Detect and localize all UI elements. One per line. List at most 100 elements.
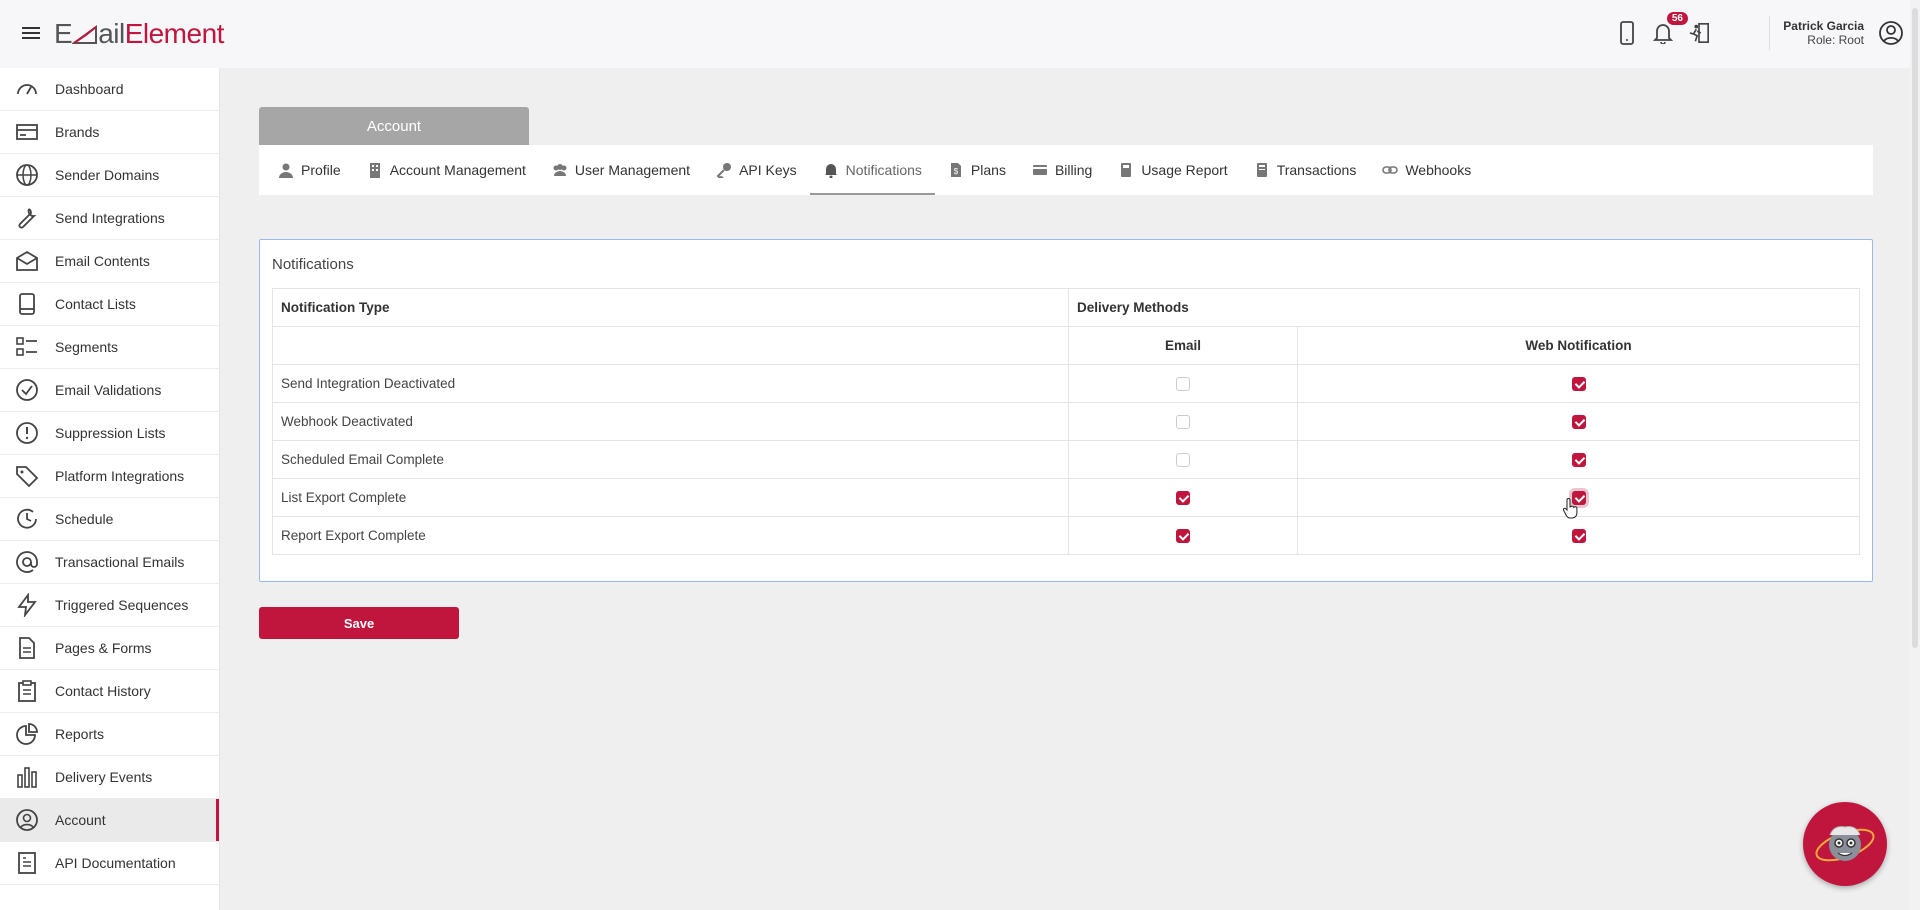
assistant-mascot-icon[interactable] xyxy=(1803,802,1887,886)
tab-billing[interactable]: Billing xyxy=(1019,145,1105,195)
app-logo[interactable]: EailElement xyxy=(54,18,224,50)
tab-usage-report[interactable]: Usage Report xyxy=(1105,145,1240,195)
user-name: Patrick Garcia xyxy=(1783,19,1864,33)
tab-label: User Management xyxy=(574,162,691,178)
web-notification-checkbox[interactable] xyxy=(1571,415,1586,430)
col-web-notification: Web Notification xyxy=(1297,326,1860,365)
web-notification-checkbox[interactable] xyxy=(1571,453,1586,468)
sidebar-item-delivery-events[interactable]: Delivery Events xyxy=(0,756,219,799)
sidebar-item-platform-integrations[interactable]: Platform Integrations xyxy=(0,455,219,498)
sidebar-item-label: Contact History xyxy=(55,683,151,699)
sidebar-item-api-documentation[interactable]: API Documentation xyxy=(0,842,219,885)
sidebar-item-pages-forms[interactable]: Pages & Forms xyxy=(0,627,219,670)
web-notification-checkbox[interactable] xyxy=(1571,377,1586,392)
menu-icon[interactable] xyxy=(22,24,40,42)
sidebar-item-transactional-emails[interactable]: Transactional Emails xyxy=(0,541,219,584)
scrollbar-thumb[interactable] xyxy=(1912,8,1918,648)
sidebar-item-label: Contact Lists xyxy=(55,296,136,312)
sidebar-item-label: Reports xyxy=(55,726,105,742)
credit-card-icon xyxy=(1032,162,1048,178)
clock-icon xyxy=(14,506,40,532)
web-notification-checkbox[interactable] xyxy=(1571,529,1586,544)
table-row: List Export Complete xyxy=(272,478,1860,517)
user-avatar-icon[interactable] xyxy=(1878,20,1904,46)
file-dollar-icon: $ xyxy=(948,162,964,178)
tab-user-management[interactable]: User Management xyxy=(539,145,703,195)
sidebar-item-label: Suppression Lists xyxy=(55,425,166,441)
email-checkbox[interactable] xyxy=(1176,415,1190,430)
envelope-icon xyxy=(14,248,40,274)
alert-circle-icon xyxy=(14,420,40,446)
user-info[interactable]: Patrick Garcia Role: Root xyxy=(1783,19,1864,47)
tab-transactions[interactable]: Transactions xyxy=(1241,145,1370,195)
notification-type-label: Webhook Deactivated xyxy=(272,402,1069,441)
notifications-table: Notification Type Delivery Methods Email… xyxy=(272,288,1860,555)
tab-notifications[interactable]: Notifications xyxy=(809,145,936,195)
check-circle-icon xyxy=(14,377,40,403)
tab-api-keys[interactable]: API Keys xyxy=(703,145,810,195)
table-row: Send Integration Deactivated xyxy=(272,364,1860,403)
sidebar-item-triggered-sequences[interactable]: Triggered Sequences xyxy=(0,584,219,627)
sidebar-item-account[interactable]: Account xyxy=(0,799,219,842)
sidebar-item-email-validations[interactable]: Email Validations xyxy=(0,369,219,412)
tab-account-management[interactable]: Account Management xyxy=(354,145,539,195)
save-button[interactable]: Save xyxy=(259,607,459,639)
sidebar-item-suppression-lists[interactable]: Suppression Lists xyxy=(0,412,219,455)
col-email: Email xyxy=(1068,326,1298,365)
book-icon xyxy=(14,291,40,317)
page-scrollbar[interactable] xyxy=(1910,0,1920,910)
sidebar-item-sender-domains[interactable]: Sender Domains xyxy=(0,154,219,197)
email-checkbox[interactable] xyxy=(1176,529,1190,544)
tab-label: API Keys xyxy=(739,162,797,178)
sidebar-item-reports[interactable]: Reports xyxy=(0,713,219,756)
calculator-icon xyxy=(1118,162,1134,178)
at-icon xyxy=(14,549,40,575)
top-header: EailElement 56 Patrick Garcia Role: Root xyxy=(0,0,1920,68)
sidebar-item-segments[interactable]: Segments xyxy=(0,326,219,369)
wrench-icon xyxy=(14,205,40,231)
sidebar-item-label: Send Integrations xyxy=(55,210,165,226)
sidebar-item-schedule[interactable]: Schedule xyxy=(0,498,219,541)
file-icon xyxy=(14,635,40,661)
email-checkbox[interactable] xyxy=(1176,491,1190,506)
notifications-card: Notifications Notification Type Delivery… xyxy=(259,239,1873,582)
bolt-icon xyxy=(14,592,40,618)
globe-icon xyxy=(14,162,40,188)
tab-plans[interactable]: $ Plans xyxy=(935,145,1019,195)
sidebar-item-label: Transactional Emails xyxy=(55,554,185,570)
gauge-icon xyxy=(14,76,40,102)
sidebar-item-label: Schedule xyxy=(55,511,114,527)
bell-icon[interactable]: 56 xyxy=(1652,12,1688,46)
sidebar-item-contact-lists[interactable]: Contact Lists xyxy=(0,283,219,326)
tab-label: Account Management xyxy=(389,162,526,178)
tab-webhooks[interactable]: Webhooks xyxy=(1369,145,1484,195)
tab-profile[interactable]: Profile xyxy=(265,145,354,195)
card-icon xyxy=(14,119,40,145)
logout-icon[interactable] xyxy=(1688,20,1710,46)
list-icon xyxy=(14,334,40,360)
logo-envelope-icon xyxy=(71,25,98,44)
user-circle-icon xyxy=(14,807,40,833)
sidebar-item-label: Segments xyxy=(55,339,119,355)
sidebar-item-label: API Documentation xyxy=(55,855,176,871)
sidebar-item-brands[interactable]: Brands xyxy=(0,111,219,154)
sidebar-item-send-integrations[interactable]: Send Integrations xyxy=(0,197,219,240)
building-icon xyxy=(367,162,383,178)
email-checkbox[interactable] xyxy=(1176,453,1190,468)
tab-label: Transactions xyxy=(1276,162,1357,178)
col-delivery-methods: Delivery Methods xyxy=(1068,288,1860,327)
sidebar-item-label: Platform Integrations xyxy=(55,468,185,484)
sidebar-item-label: Account xyxy=(55,812,106,828)
table-row: Webhook Deactivated xyxy=(272,402,1860,441)
tab-label: Billing xyxy=(1054,162,1093,178)
sidebar-item-dashboard[interactable]: Dashboard xyxy=(0,68,219,111)
email-checkbox[interactable] xyxy=(1176,377,1190,392)
notification-type-label: Report Export Complete xyxy=(272,516,1069,555)
sidebar-item-contact-history[interactable]: Contact History xyxy=(0,670,219,713)
sidebar-item-label: Triggered Sequences xyxy=(55,597,189,613)
sidebar: Dashboard Brands Sender Domains Send Integr… xyxy=(0,68,220,910)
tab-label: Plans xyxy=(970,162,1006,178)
card-title: Notifications xyxy=(272,256,354,273)
mobile-icon[interactable] xyxy=(1616,20,1638,46)
sidebar-item-email-contents[interactable]: Email Contents xyxy=(0,240,219,283)
